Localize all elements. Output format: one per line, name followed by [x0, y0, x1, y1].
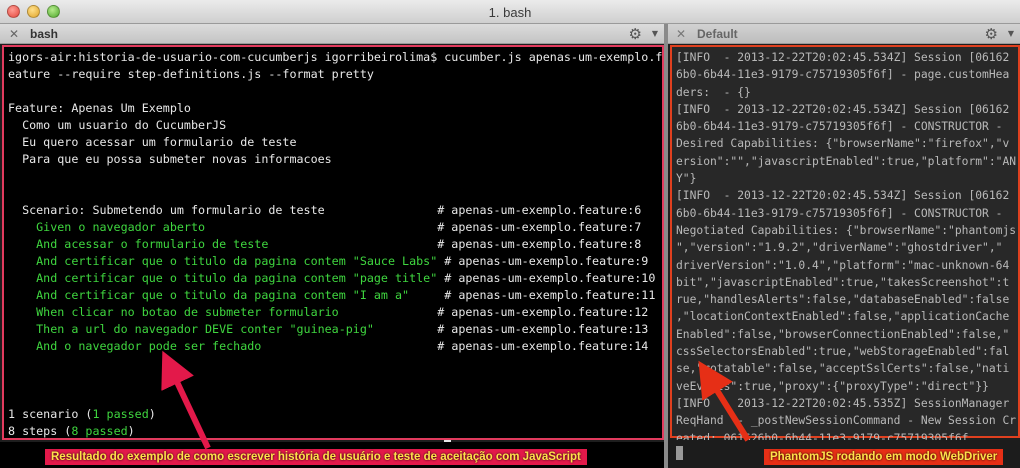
terminal-line: Como um usuario do CucumberJS — [8, 117, 662, 134]
log-line: cssSelectorsEnabled":true,"webStorageEna… — [676, 345, 1010, 359]
terminal-text: # apenas-um-exemplo.feature:10 — [437, 271, 656, 285]
terminal-text: And o navegador pode ser fechado — [8, 339, 262, 353]
terminal-line: Scenario: Submetendo um formulario de te… — [8, 202, 662, 219]
terminal-text: # apenas-um-exemplo.feature:13 — [373, 322, 649, 336]
gear-icon[interactable]: ⚙ — [629, 25, 642, 43]
terminal-text: Feature: Apenas Um Exemplo — [8, 101, 191, 115]
terminal-line: When clicar no botao de submeter formula… — [8, 304, 662, 321]
close-icon[interactable]: ✕ — [9, 27, 19, 41]
terminal-text: # apenas-um-exemplo.feature:14 — [261, 339, 649, 353]
terminal-text: ) — [127, 424, 135, 438]
terminal-text: Given o navegador aberto — [8, 220, 206, 234]
log-line: Enabled":false,"browserConnectionEnabled… — [676, 327, 1010, 341]
log-line: bit","javascriptEnabled":true,"takesScre… — [676, 275, 1010, 289]
log-line: [INFO - 2013-12-22T20:02:45.534Z] Sessio… — [676, 189, 1010, 203]
chevron-down-icon[interactable]: ▼ — [652, 29, 658, 38]
terminal-text: Como um usuario do CucumberJS — [8, 118, 227, 132]
log-line: se,"rotatable":false,"acceptSslCerts":fa… — [676, 362, 1010, 376]
log-line: [INFO - 2013-12-22T20:02:45.534Z] Sessio… — [676, 51, 1010, 64]
log-line: ersion":"","javascriptEnabled":true,"pla… — [676, 154, 1017, 168]
terminal-line: igors-air:historia-de-usuario-com-cucumb… — [8, 49, 662, 66]
terminal-text: 1 scenario ( — [8, 407, 93, 421]
tab-bash[interactable]: ✕ bash ⚙ ▼ — [0, 24, 664, 44]
log-line: 6b0-6b44-11e3-9179-c75719305f6f] - CONST… — [676, 206, 1003, 220]
terminal-output: igors-air:historia-de-usuario-com-cucumb… — [8, 49, 662, 457]
log-line: Negotiated Capabilities: {"browserName":… — [676, 223, 1017, 237]
left-annotation-caption: Resultado do exemplo de como escrever hi… — [45, 449, 587, 465]
close-icon[interactable]: ✕ — [676, 27, 686, 41]
terminal-text: igors-air:historia-de-usuario-com-cucumb… — [8, 50, 663, 64]
terminal-line: Given o navegador aberto # apenas-um-exe… — [8, 219, 662, 236]
chevron-down-icon[interactable]: ▼ — [1008, 29, 1014, 38]
terminal-text: Then a url do navegador DEVE conter "gui… — [8, 322, 374, 336]
terminal-text: 8 passed — [71, 424, 128, 438]
terminal-text: And acessar o formulario de teste — [8, 237, 269, 251]
terminal-cursor — [676, 446, 683, 460]
log-line: ,"locationContextEnabled":false,"applica… — [676, 310, 1010, 324]
phantomjs-log-output: [INFO - 2013-12-22T20:02:45.534Z] Sessio… — [676, 49, 1016, 447]
terminal-line: eature --require step-definitions.js --f… — [8, 66, 662, 83]
terminal-text: # apenas-um-exemplo.feature:8 — [268, 237, 642, 251]
log-line: Desired Capabilities: {"browserName":"fi… — [676, 137, 1010, 151]
split-divider[interactable] — [664, 24, 668, 468]
terminal-text: Scenario: Submetendo um formulario de te… — [8, 203, 642, 217]
window-title: 1. bash — [488, 5, 532, 20]
terminal-text: ) — [148, 407, 156, 421]
log-line: veEvents":true,"proxy":{"proxyType":"dir… — [676, 379, 989, 393]
log-line: driverVersion":"1.0.4","platform":"mac-u… — [676, 258, 1010, 272]
terminal-text: When clicar no botao de submeter formula… — [8, 305, 339, 319]
terminal-text: 1 passed — [92, 407, 149, 421]
terminal-text: # apenas-um-exemplo.feature:7 — [205, 220, 642, 234]
terminal-text: eature --require step-definitions.js --f… — [8, 67, 374, 81]
log-line: 6b0-6b44-11e3-9179-c75719305f6f] - CONST… — [676, 120, 1003, 134]
log-line: ders: - {} — [676, 85, 751, 99]
terminal-text: Para que eu possa submeter novas informa… — [8, 152, 332, 166]
terminal-line: Eu quero acessar um formulario de teste — [8, 134, 662, 151]
right-annotation-caption: PhantomJS rodando em modo WebDriver — [764, 449, 1004, 465]
terminal-text: Eu quero acessar um formulario de teste — [8, 135, 297, 149]
terminal-line: And o navegador pode ser fechado # apena… — [8, 338, 662, 355]
terminal-line: And certificar que o titulo da pagina co… — [8, 253, 662, 270]
terminal-text: And certificar que o titulo da pagina co… — [8, 254, 438, 268]
terminal-text: And certificar que o titulo da pagina co… — [8, 271, 438, 285]
log-line: ","version":"1.9.2","driverName":"ghostd… — [676, 241, 1003, 255]
log-line: ReqHand - _postNewSessionCommand - New S… — [676, 414, 1017, 428]
tab-default[interactable]: ✕ Default ⚙ ▼ — [668, 24, 1020, 44]
tab-label: Default — [697, 27, 738, 41]
terminal-line: And certificar que o titulo da pagina co… — [8, 270, 662, 287]
tab-label: bash — [30, 27, 59, 41]
terminal-text: And certificar que o titulo da pagina co… — [8, 288, 410, 302]
log-line: 6b0-6b44-11e3-9179-c75719305f6f] - page.… — [676, 68, 1010, 82]
log-line: Y"} — [676, 172, 697, 186]
log-line: rue,"handlesAlerts":false,"databaseEnabl… — [676, 293, 1010, 307]
title-bar: 1. bash — [0, 0, 1020, 24]
terminal-text: # apenas-um-exemplo.feature:9 — [437, 254, 649, 268]
terminal-pane-left[interactable]: igors-air:historia-de-usuario-com-cucumb… — [2, 45, 664, 455]
terminal-line: Para que eu possa submeter novas informa… — [8, 151, 662, 168]
terminal-line: And certificar que o titulo da pagina co… — [8, 287, 662, 304]
terminal-line: Feature: Apenas Um Exemplo — [8, 100, 662, 117]
terminal-text: # apenas-um-exemplo.feature:11 — [409, 288, 656, 302]
terminal-text: 8 steps ( — [8, 424, 72, 438]
terminal-line: 8 steps (8 passed) — [8, 423, 662, 440]
log-line: [INFO - 2013-12-22T20:02:45.534Z] Sessio… — [676, 102, 1010, 116]
terminal-line: And acessar o formulario de teste # apen… — [8, 236, 662, 253]
log-line: [INFO - 2013-12-22T20:02:45.535Z] Sessio… — [676, 396, 1010, 410]
terminal-line: Then a url do navegador DEVE conter "gui… — [8, 321, 662, 338]
terminal-text: # apenas-um-exemplo.feature:12 — [338, 305, 649, 319]
gear-icon[interactable]: ⚙ — [985, 25, 998, 43]
terminal-line: 1 scenario (1 passed) — [8, 406, 662, 423]
terminal-pane-right[interactable]: [INFO - 2013-12-22T20:02:45.534Z] Sessio… — [670, 45, 1020, 445]
